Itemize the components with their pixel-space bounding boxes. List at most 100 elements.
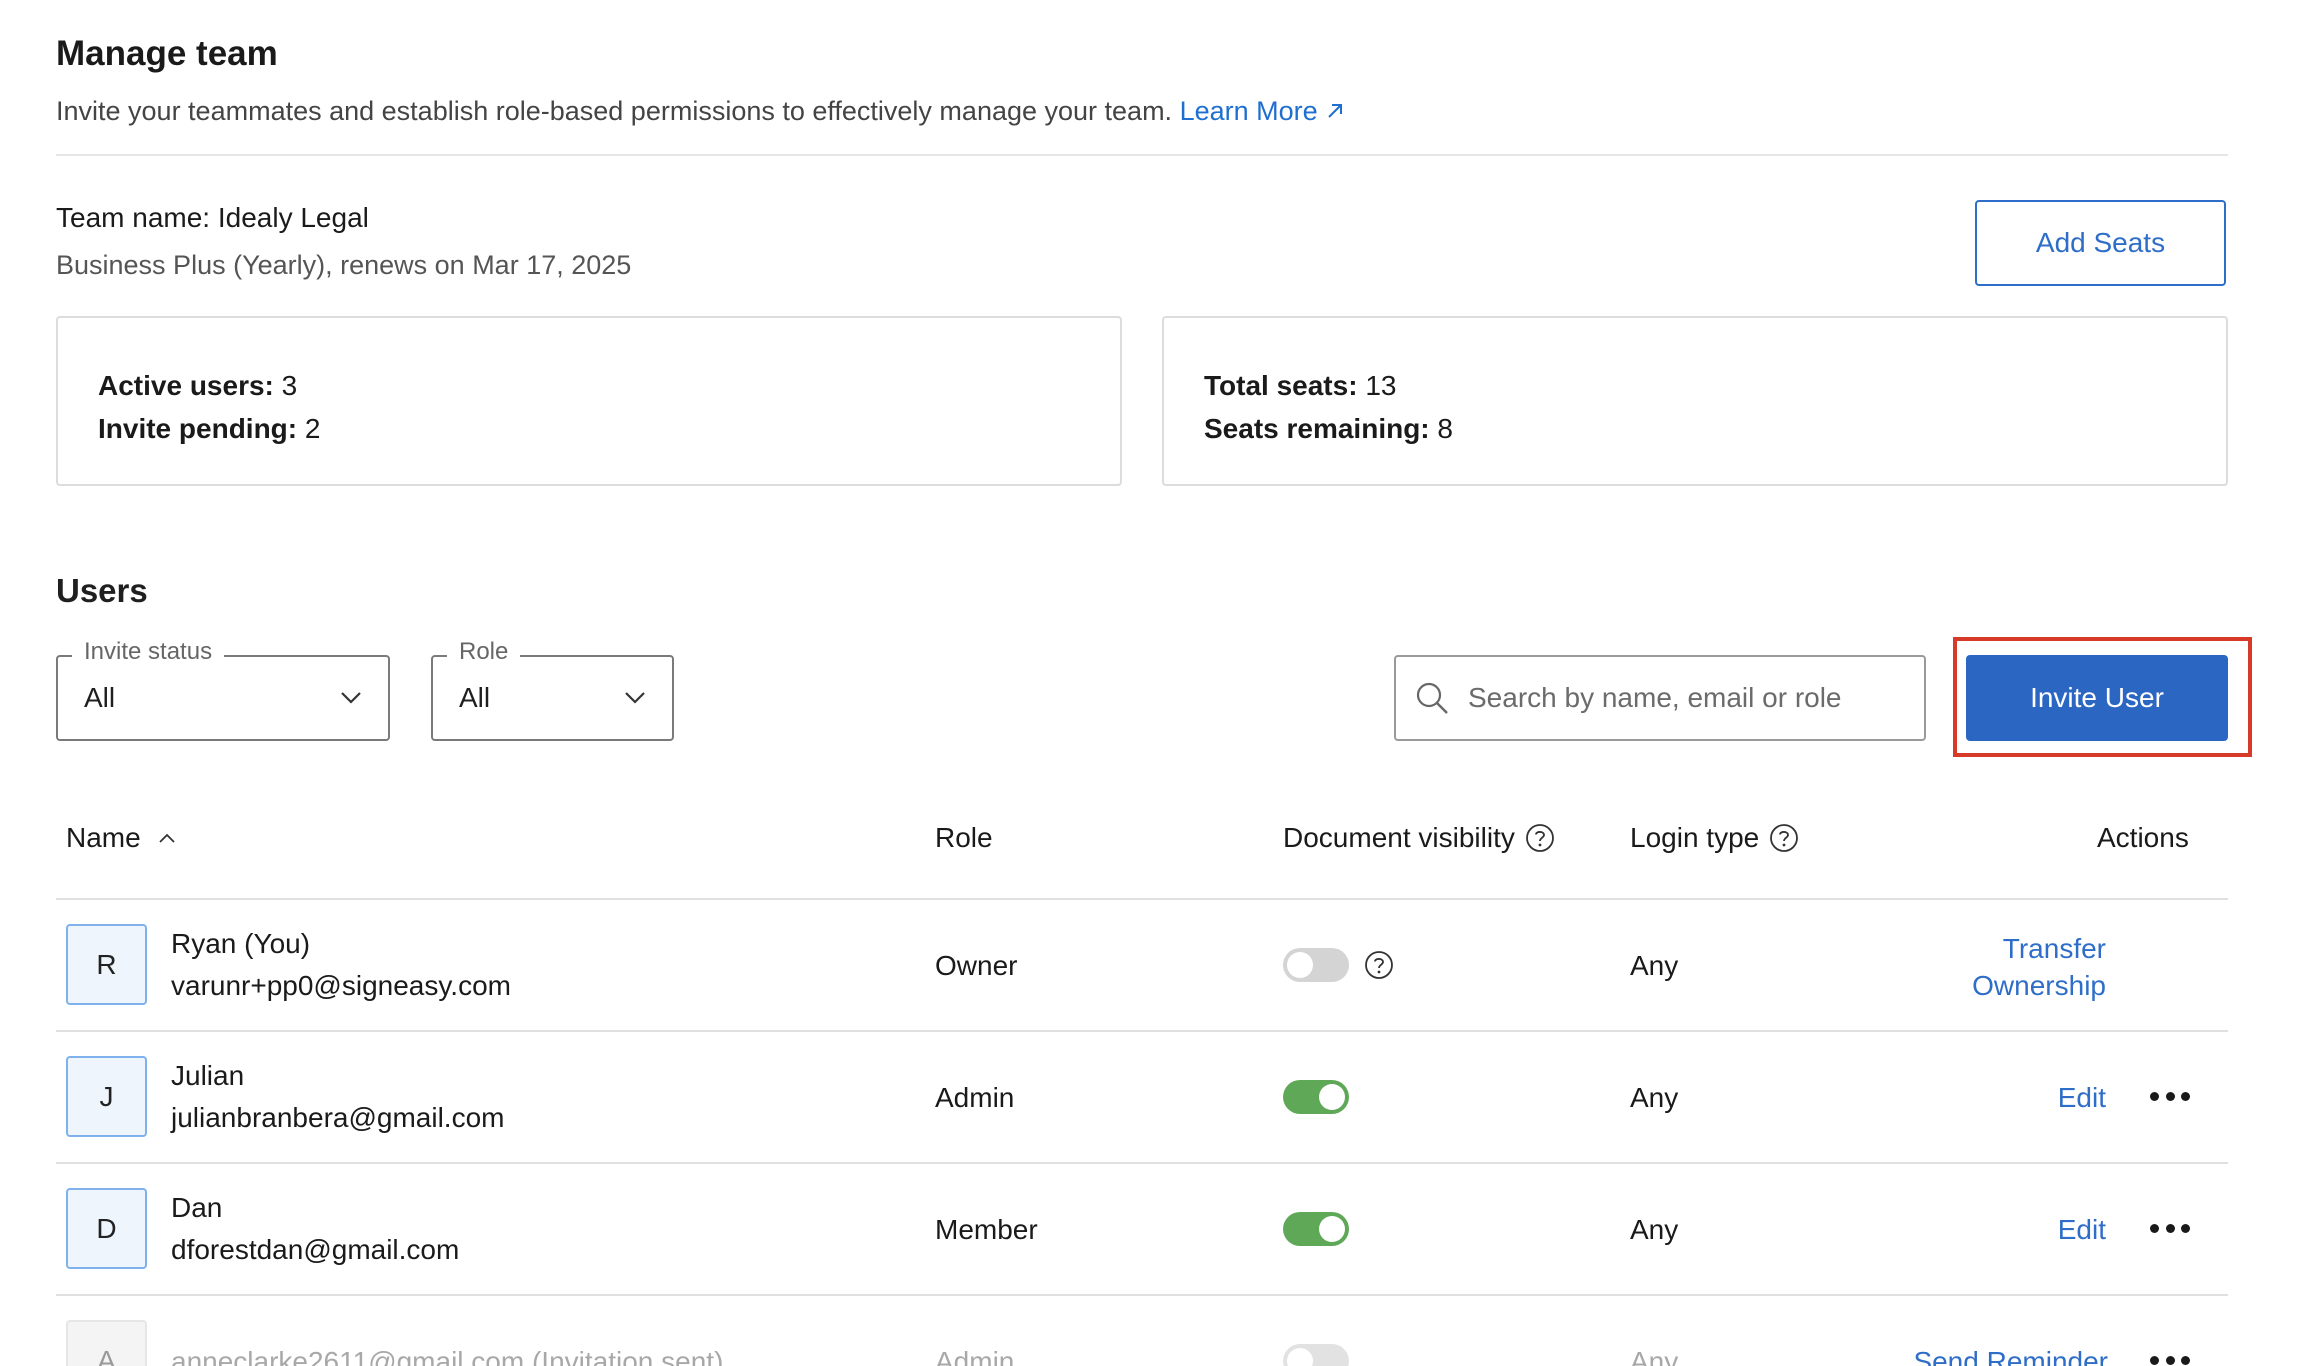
invite-status-value: All bbox=[84, 682, 116, 713]
invite-status-select[interactable]: Invite status All bbox=[56, 638, 390, 741]
visibility-toggle[interactable] bbox=[1283, 1080, 1349, 1114]
edit-link[interactable]: Edit bbox=[1990, 1082, 2106, 1114]
dot bbox=[2165, 1356, 2175, 1365]
team-name: Team name: Idealy Legal bbox=[56, 202, 369, 234]
user-name: Dan bbox=[171, 1192, 223, 1223]
user-role: Admin bbox=[935, 1082, 1015, 1113]
column-header-login-type: Login type bbox=[1630, 822, 1799, 854]
dot bbox=[2150, 1356, 2159, 1365]
user-login-type: Any bbox=[1630, 1082, 1679, 1113]
team-name-label: Team name: bbox=[56, 202, 211, 233]
role-label: Role bbox=[447, 638, 521, 666]
invited-user-email: anneclarke2611@gmail.com (Invitation sen… bbox=[171, 1346, 724, 1366]
dot bbox=[2150, 1092, 2159, 1101]
user-email: varunr+pp0@signeasy.com bbox=[171, 970, 511, 1001]
send-reminder-link[interactable]: Send Reminder bbox=[1880, 1346, 2108, 1366]
learn-more-label: Learn More bbox=[1179, 96, 1318, 126]
chevron-down-icon bbox=[625, 692, 645, 704]
add-seats-button[interactable]: Add Seats bbox=[1975, 200, 2226, 286]
avatar: D bbox=[66, 1188, 147, 1269]
user-name: Ryan (You) bbox=[171, 928, 311, 959]
sort-ascending-icon bbox=[159, 833, 175, 843]
invite-status-label: Invite status bbox=[72, 638, 225, 666]
visibility-toggle[interactable] bbox=[1283, 948, 1349, 982]
dot bbox=[2181, 1092, 2190, 1101]
user-email: dforestdan@gmail.com bbox=[171, 1234, 460, 1265]
user-login-type: Any bbox=[1630, 950, 1679, 981]
dot bbox=[2181, 1356, 2190, 1365]
manage-team-page: Manage team Invite your teammates and es… bbox=[0, 0, 2298, 1366]
users-heading: Users bbox=[56, 572, 148, 609]
row-divider bbox=[56, 1030, 2228, 1032]
user-login-type: Any bbox=[1630, 1214, 1679, 1245]
learn-more-link[interactable]: Learn More bbox=[1180, 96, 1346, 126]
active-users-stat: Active users: 3 bbox=[98, 364, 1080, 407]
invite-user-button[interactable]: Invite User bbox=[1966, 655, 2228, 741]
dot bbox=[2181, 1224, 2190, 1233]
avatar: J bbox=[66, 1056, 147, 1137]
plan-info: Business Plus (Yearly), renews on Mar 17… bbox=[56, 250, 632, 280]
transfer-ownership-line2: Ownership bbox=[1972, 970, 2106, 1001]
seats-remaining-value: 8 bbox=[1437, 413, 1453, 444]
more-options-icon[interactable] bbox=[2150, 1224, 2190, 1236]
column-login-type-label: Login type bbox=[1630, 822, 1760, 853]
subtitle-text: Invite your teammates and establish role… bbox=[56, 96, 1173, 126]
role-value: All bbox=[459, 682, 491, 713]
transfer-ownership-link[interactable]: Transfer Ownership bbox=[1940, 930, 2106, 1004]
user-role: Admin bbox=[935, 1346, 1015, 1366]
invite-pending-value: 2 bbox=[304, 413, 321, 444]
page-title: Manage team bbox=[56, 34, 278, 73]
row-divider bbox=[56, 1294, 2228, 1296]
column-header-document-visibility: Document visibility bbox=[1283, 822, 1555, 854]
search-input[interactable]: Search by name, email or role bbox=[1394, 655, 1926, 741]
toggle-knob bbox=[1287, 1348, 1313, 1366]
dot bbox=[2165, 1224, 2175, 1233]
team-name-value: Idealy Legal bbox=[217, 202, 369, 233]
avatar: R bbox=[66, 924, 147, 1005]
user-email: julianbranbera@gmail.com bbox=[171, 1102, 505, 1133]
user-role: Owner bbox=[935, 950, 1018, 981]
page-subtitle: Invite your teammates and establish role… bbox=[56, 96, 1346, 127]
more-options-icon[interactable] bbox=[2150, 1092, 2190, 1104]
invite-pending-label: Invite pending: bbox=[98, 413, 298, 444]
header-divider bbox=[56, 154, 2228, 156]
invite-pending-stat: Invite pending: 2 bbox=[98, 407, 1080, 450]
visibility-toggle[interactable] bbox=[1283, 1212, 1349, 1246]
active-users-value: 3 bbox=[281, 370, 298, 401]
search-placeholder: Search by name, email or role bbox=[1468, 682, 1842, 713]
visibility-toggle[interactable] bbox=[1283, 1344, 1349, 1366]
table-header-divider bbox=[56, 898, 2228, 900]
seats-stat-card: Total seats: 13 Seats remaining: 8 bbox=[1162, 316, 2228, 486]
toggle-knob bbox=[1319, 1216, 1345, 1242]
user-login-type: Any bbox=[1630, 1346, 1679, 1366]
seats-remaining-label: Seats remaining: bbox=[1204, 413, 1430, 444]
column-header-actions: Actions bbox=[2097, 822, 2189, 853]
external-link-icon bbox=[1327, 104, 1342, 118]
column-header-name[interactable]: Name bbox=[66, 822, 175, 854]
toggle-knob bbox=[1287, 952, 1313, 978]
column-name-label: Name bbox=[66, 822, 141, 853]
transfer-ownership-line1: Transfer bbox=[2002, 933, 2106, 964]
dot bbox=[2150, 1224, 2159, 1233]
toggle-knob bbox=[1319, 1084, 1345, 1110]
user-name: Julian bbox=[171, 1060, 245, 1091]
chevron-down-icon bbox=[341, 692, 361, 704]
user-role: Member bbox=[935, 1214, 1038, 1245]
dot bbox=[2165, 1092, 2175, 1101]
help-icon[interactable] bbox=[1525, 823, 1555, 853]
help-icon[interactable] bbox=[1364, 950, 1394, 980]
total-seats-label: Total seats: bbox=[1204, 370, 1358, 401]
edit-link[interactable]: Edit bbox=[1990, 1214, 2106, 1246]
column-doc-visibility-label: Document visibility bbox=[1283, 822, 1515, 853]
search-icon bbox=[1416, 682, 1448, 714]
row-divider bbox=[56, 1162, 2228, 1164]
active-users-label: Active users: bbox=[98, 370, 274, 401]
more-options-icon[interactable] bbox=[2150, 1356, 2190, 1366]
role-select[interactable]: Role All bbox=[431, 638, 674, 741]
help-icon[interactable] bbox=[1769, 823, 1799, 853]
avatar: A bbox=[66, 1320, 147, 1366]
total-seats-stat: Total seats: 13 bbox=[1204, 364, 2186, 407]
users-stat-card: Active users: 3 Invite pending: 2 bbox=[56, 316, 1122, 486]
column-header-role: Role bbox=[935, 822, 993, 853]
total-seats-value: 13 bbox=[1365, 370, 1397, 401]
